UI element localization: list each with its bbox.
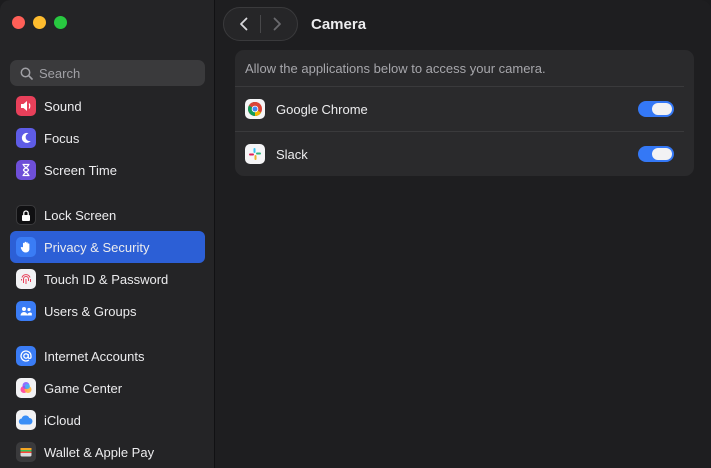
app-name: Google Chrome [276,101,368,117]
camera-permissions-panel: Allow the applications below to access y… [235,50,694,176]
search-icon [20,67,33,80]
sidebar-item-focus[interactable]: Focus [10,122,205,154]
sidebar-item-lock-screen[interactable]: Lock Screen [10,199,205,231]
app-permission-row: Google Chrome [235,86,684,131]
sidebar-item-label: Touch ID & Password [44,271,169,287]
users-icon [16,301,36,321]
sidebar-item-label: Focus [44,130,80,146]
sidebar-group-3: Internet Accounts Game Center iCloud Wal… [10,340,205,468]
search-field[interactable] [10,60,205,86]
page-title: Camera [311,15,367,33]
chrome-camera-toggle[interactable] [638,101,674,117]
fingerprint-icon [16,269,36,289]
sidebar-item-label: Privacy & Security [44,239,150,255]
chevron-left-icon [240,17,248,31]
sidebar-item-label: Internet Accounts [44,348,145,364]
sidebar: Sound Focus Screen Time [0,0,215,468]
settings-window: Sound Focus Screen Time [0,0,711,468]
main-pane: Camera Allow the applications below to a… [215,0,711,468]
moon-icon [16,128,36,148]
at-icon [16,346,36,366]
sidebar-nav: Sound Focus Screen Time Lock Screen Priv… [10,90,205,468]
back-button[interactable] [228,9,260,39]
history-nav [223,7,298,41]
app-permission-row: Slack [235,131,684,176]
app-name: Slack [276,146,308,162]
sidebar-item-label: Users & Groups [44,303,137,319]
wallet-icon [16,442,36,462]
sidebar-item-wallet[interactable]: Wallet & Apple Pay [10,436,205,468]
slack-camera-toggle[interactable] [638,146,674,162]
sidebar-item-users-groups[interactable]: Users & Groups [10,295,205,327]
zoom-window-button[interactable] [54,16,67,29]
sidebar-item-icloud[interactable]: iCloud [10,404,205,436]
panel-description: Allow the applications below to access y… [245,60,546,76]
sidebar-group-1: Sound Focus Screen Time [10,90,205,186]
sidebar-item-game-center[interactable]: Game Center [10,372,205,404]
sidebar-item-privacy-security[interactable]: Privacy & Security [10,231,205,263]
sidebar-group-2: Lock Screen Privacy & Security Touch ID … [10,199,205,327]
minimize-window-button[interactable] [33,16,46,29]
sidebar-item-screen-time[interactable]: Screen Time [10,154,205,186]
window-controls [12,16,67,29]
sidebar-item-internet-accounts[interactable]: Internet Accounts [10,340,205,372]
cloud-icon [16,410,36,430]
search-input[interactable] [39,65,189,81]
sidebar-item-label: Lock Screen [44,207,117,223]
forward-button[interactable] [261,9,293,39]
sidebar-item-label: Screen Time [44,162,117,178]
hourglass-icon [16,160,36,180]
chevron-right-icon [273,17,281,31]
hand-icon [16,237,36,257]
toolbar: Camera [223,6,366,42]
game-center-icon [16,378,36,398]
sidebar-item-label: Sound [44,98,82,114]
speaker-icon [16,96,36,116]
sidebar-item-label: iCloud [44,412,81,428]
sidebar-item-label: Game Center [44,380,123,396]
close-window-button[interactable] [12,16,25,29]
lock-icon [16,205,36,225]
slack-icon [245,144,265,164]
sidebar-item-touch-id[interactable]: Touch ID & Password [10,263,205,295]
chrome-icon [245,99,265,119]
sidebar-item-label: Wallet & Apple Pay [44,444,155,460]
sidebar-item-sound[interactable]: Sound [10,90,205,122]
